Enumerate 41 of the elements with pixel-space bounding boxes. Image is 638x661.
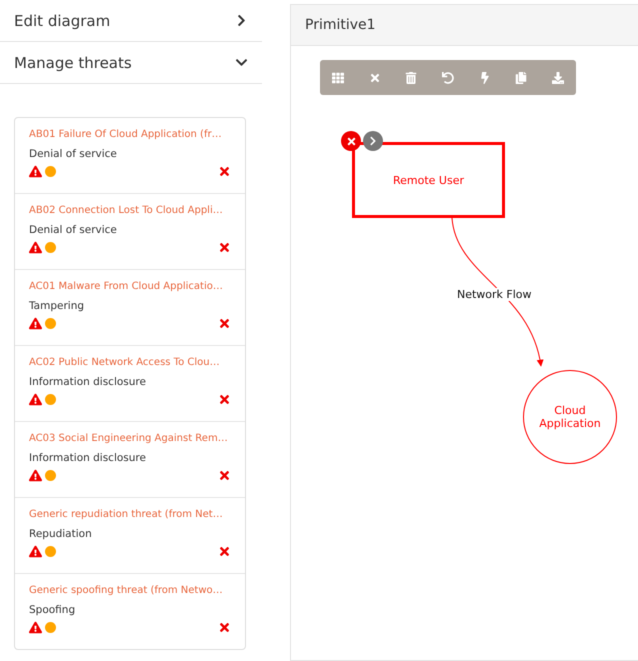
chevron-icon[interactable] — [363, 131, 383, 151]
threat-type: Denial of service — [29, 224, 118, 236]
delete-icon[interactable] — [218, 469, 231, 482]
threat-item[interactable]: AC02 Public Network Access To Clou… Information disclosure — [15, 345, 245, 421]
grid-icon[interactable] — [332, 72, 344, 84]
delete-icon[interactable] — [218, 317, 231, 330]
node-label: Cloud Application — [538, 404, 602, 430]
close-icon[interactable] — [368, 72, 381, 84]
threat-item[interactable]: AC03 Social Engineering Against Rem… Information disclosure — [15, 421, 245, 497]
threat-type: Repudiation — [29, 528, 93, 540]
chevron-icon — [235, 56, 248, 69]
threat-item[interactable]: AC01 Malware From Cloud Applicatio… Tampering — [15, 269, 245, 345]
threat-type: Information disclosure — [29, 376, 147, 388]
delete-icon[interactable] — [218, 241, 231, 254]
copy-icon[interactable] — [515, 72, 528, 84]
threat-type: Spoofing — [29, 604, 76, 616]
threat-type: Denial of service — [29, 148, 118, 160]
section-header[interactable]: Edit diagram — [0, 0, 262, 42]
delete-icon[interactable] — [218, 545, 231, 558]
chevron-icon — [235, 14, 248, 27]
lightning-icon[interactable] — [478, 72, 491, 84]
remove-icon[interactable] — [341, 131, 361, 151]
threat-item[interactable]: AB02 Connection Lost To Cloud Appli… Denial of service — [15, 193, 245, 269]
threat-item[interactable]: Generic spoofing threat (from Netwo… Spoofing — [15, 573, 245, 649]
delete-icon[interactable] — [218, 621, 231, 634]
section-header[interactable]: Manage threats — [0, 42, 262, 84]
flow-label: Network Flow — [457, 288, 532, 301]
threat-item[interactable]: Generic repudiation threat (from Net… Repudiation — [15, 497, 245, 573]
delete-icon[interactable] — [218, 393, 231, 406]
threat-type: Tampering — [29, 300, 86, 312]
node-label: Remote User — [392, 174, 464, 186]
trash-icon[interactable] — [405, 72, 418, 84]
undo-icon[interactable] — [442, 72, 454, 84]
flow-arrow[interactable] — [452, 218, 544, 367]
threat-type: Information disclosure — [29, 452, 147, 464]
diagram-title: Primitive1 — [291, 5, 638, 46]
delete-icon[interactable] — [218, 165, 231, 178]
download-icon[interactable] — [552, 72, 564, 84]
threat-item[interactable]: AB01 Failure Of Cloud Application (fr… Denial of service — [15, 118, 245, 193]
process-node[interactable]: Cloud Application — [523, 370, 617, 464]
actor-node[interactable]: Remote User — [352, 142, 505, 218]
